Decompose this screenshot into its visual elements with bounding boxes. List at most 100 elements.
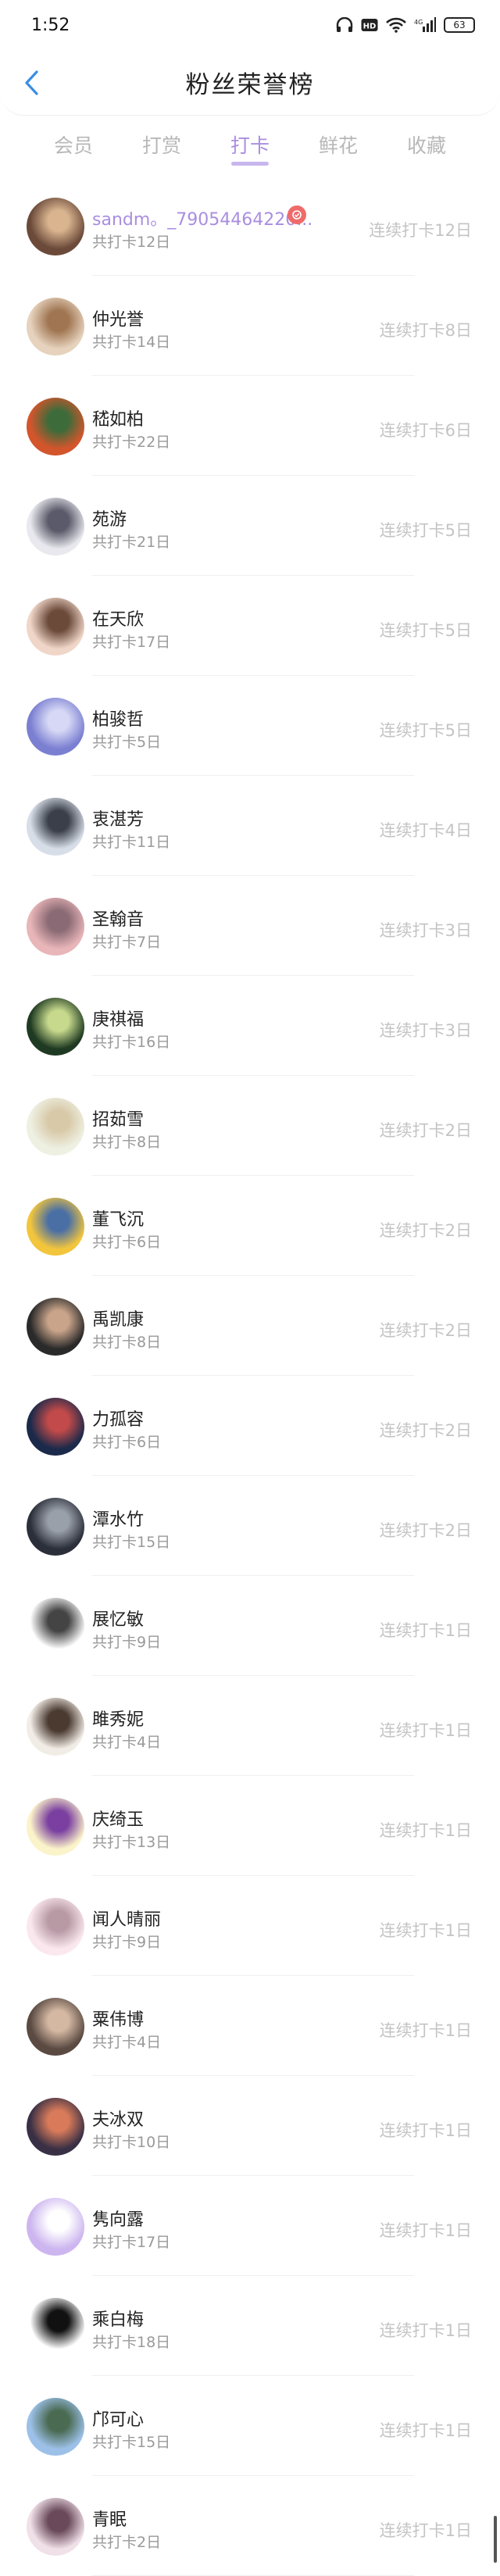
list-item[interactable]: sandm。_790544642​20... 共打卡12日 连续打卡12日 xyxy=(0,176,500,276)
streak-days: 连续打卡4日 xyxy=(379,821,472,840)
tab-active-indicator xyxy=(231,162,269,166)
avatar[interactable] xyxy=(27,2298,84,2356)
list-item[interactable]: 力孤容 共打卡6日 连续打卡2日 xyxy=(0,1376,500,1476)
list-item[interactable]: 嵇如柏 共打卡22日 连续打卡6日 xyxy=(0,376,500,476)
fan-name: 禹凯康 xyxy=(92,1310,145,1330)
list-item[interactable]: 庆绮玉 共打卡13日 连续打卡1日 xyxy=(0,1776,500,1876)
list-item[interactable]: 潭水竹 共打卡15日 连续打卡2日 xyxy=(0,1476,500,1576)
list-item[interactable]: 圣翰音 共打卡7日 连续打卡3日 xyxy=(0,876,500,976)
avatar[interactable] xyxy=(27,1298,84,1356)
total-checkin-days: 共打卡9日 xyxy=(92,1934,162,1951)
list-item[interactable]: 粟伟博共打卡4日 连续打卡1日 xyxy=(0,1976,500,2076)
fan-name: 粟伟博 xyxy=(92,2010,145,2030)
avatar[interactable] xyxy=(27,2398,84,2456)
battery-icon: 63 xyxy=(444,17,475,33)
avatar[interactable] xyxy=(27,1798,84,1856)
avatar[interactable] xyxy=(27,1698,84,1756)
avatar[interactable] xyxy=(27,798,84,856)
fan-name: 青眠 xyxy=(92,2510,127,2530)
list-item[interactable]: 董飞沉 共打卡6日 连续打卡2日 xyxy=(0,1176,500,1276)
avatar[interactable] xyxy=(27,1098,84,1156)
avatar[interactable] xyxy=(27,2198,84,2256)
list-item[interactable]: 禹凯康 共打卡8日 连续打卡2日 xyxy=(0,1276,500,1376)
fan-name: 圣翰音 xyxy=(92,910,145,930)
tab-label: 打卡 xyxy=(230,134,270,157)
tab-label: 收藏 xyxy=(406,134,446,157)
fan-name: 嵇如柏 xyxy=(92,410,145,430)
list-item[interactable]: 乘白梅共打卡18日 连续打卡1日 xyxy=(0,2276,500,2376)
avatar[interactable] xyxy=(27,2498,84,2556)
back-button[interactable] xyxy=(16,67,47,98)
svg-text:HD: HD xyxy=(363,23,377,31)
list-item[interactable]: 隽向露 共打卡17日 连续打卡1日 xyxy=(0,2176,500,2276)
fan-name: 闻人晴丽 xyxy=(92,1910,162,1930)
streak-days: 连续打卡1日 xyxy=(379,2121,472,2140)
streak-days: 连续打卡5日 xyxy=(379,721,472,740)
tab-tips[interactable]: 打赏 xyxy=(118,117,206,172)
avatar[interactable] xyxy=(27,998,84,1056)
streak-days: 连续打卡1日 xyxy=(379,2321,472,2340)
total-checkin-days: 共打卡17日 xyxy=(92,634,171,651)
streak-days: 连续打卡1日 xyxy=(379,2021,472,2040)
status-bar: 1:52 HD 4G 63 xyxy=(0,0,500,50)
avatar[interactable] xyxy=(27,398,84,456)
avatar[interactable] xyxy=(27,498,84,556)
total-checkin-days: 共打卡4日 xyxy=(92,2034,162,2051)
list-item[interactable]: 招茹雪 共打卡8日 连续打卡2日 xyxy=(0,1076,500,1176)
scrollbar[interactable] xyxy=(494,2516,497,2563)
avatar[interactable] xyxy=(27,198,84,255)
avatar[interactable] xyxy=(27,2098,84,2156)
list-item[interactable]: 邝可心 共打卡15日 连续打卡1日 xyxy=(0,2376,500,2476)
total-checkin-days: 共打卡21日 xyxy=(92,534,171,551)
chevron-left-icon xyxy=(25,70,38,95)
tab-favorites[interactable]: 收藏 xyxy=(383,117,471,172)
list-item[interactable]: 雎秀妮 共打卡4日 连续打卡1日 xyxy=(0,1676,500,1776)
avatar[interactable] xyxy=(27,898,84,956)
total-checkin-days: 共打卡14日 xyxy=(92,334,171,351)
streak-days: 连续打卡1日 xyxy=(379,2421,472,2440)
list-item[interactable]: 闻人晴丽 共打卡9日 连续打卡1日 xyxy=(0,1876,500,1976)
fan-name: 隽向露 xyxy=(92,2210,145,2230)
streak-days: 连续打卡2日 xyxy=(379,1221,472,1240)
avatar[interactable] xyxy=(27,1898,84,1956)
list-item[interactable]: 青眠 共打卡2日 连续打卡1日 xyxy=(0,2476,500,2576)
total-checkin-days: 共打卡18日 xyxy=(92,2334,171,2351)
tab-checkin[interactable]: 打卡 xyxy=(206,117,295,172)
list-item[interactable]: 仲光誉 共打卡14日 连续打卡8日 xyxy=(0,276,500,376)
streak-days: 连续打卡8日 xyxy=(379,321,472,340)
avatar[interactable] xyxy=(27,698,84,756)
total-checkin-days: 共打卡15日 xyxy=(92,2434,171,2451)
tab-flowers[interactable]: 鲜花 xyxy=(295,117,383,172)
avatar[interactable] xyxy=(27,1998,84,2056)
list-item[interactable]: 在天欣共打卡17日 连续打卡5日 xyxy=(0,576,500,676)
avatar[interactable] xyxy=(27,1398,84,1456)
avatar[interactable] xyxy=(27,298,84,355)
headphones-icon xyxy=(336,17,353,32)
total-checkin-days: 共打卡22日 xyxy=(92,434,171,451)
fan-name: 展忆敏 xyxy=(92,1610,145,1630)
list-item[interactable]: 展忆敏 共打卡9日 连续打卡1日 xyxy=(0,1576,500,1676)
tab-label: 鲜花 xyxy=(318,134,358,157)
streak-days: 连续打卡1日 xyxy=(379,1621,472,1640)
list-item[interactable]: 夫冰双 共打卡10日 连续打卡1日 xyxy=(0,2076,500,2176)
avatar[interactable] xyxy=(27,1598,84,1656)
total-checkin-days: 共打卡13日 xyxy=(92,1834,171,1851)
list-item[interactable]: 苑游 共打卡21日 连续打卡5日 xyxy=(0,476,500,576)
streak-days: 连续打卡5日 xyxy=(379,621,472,640)
streak-days: 连续打卡5日 xyxy=(379,521,472,540)
hd-icon: HD xyxy=(361,19,378,31)
list-item[interactable]: 衷湛芳 共打卡11日 连续打卡4日 xyxy=(0,776,500,876)
streak-days: 连续打卡12日 xyxy=(369,221,472,240)
total-checkin-days: 共打卡6日 xyxy=(92,1434,162,1451)
avatar[interactable] xyxy=(27,598,84,656)
list-item[interactable]: 庚祺福 共打卡16日 连续打卡3日 xyxy=(0,976,500,1076)
tab-membership[interactable]: 会员 xyxy=(30,117,118,172)
fan-name: 在天欣 xyxy=(92,610,145,630)
avatar[interactable] xyxy=(27,1498,84,1556)
list-item[interactable]: 柏骏哲 共打卡5日 连续打卡5日 xyxy=(0,676,500,776)
svg-text:4G: 4G xyxy=(414,19,423,26)
avatar[interactable] xyxy=(27,1198,84,1256)
fan-name: 招茹雪 xyxy=(92,1110,145,1130)
fan-name: 乘白梅 xyxy=(92,2310,145,2330)
status-time: 1:52 xyxy=(31,15,70,35)
